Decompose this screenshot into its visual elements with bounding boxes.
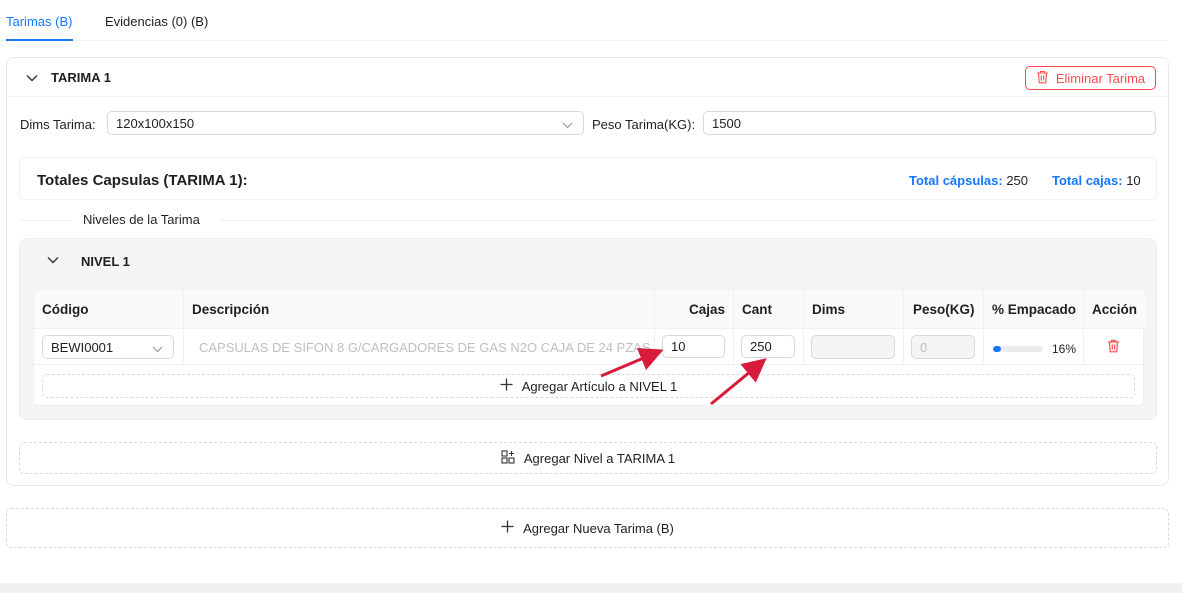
plus-icon <box>501 520 514 536</box>
active-tab-indicator <box>6 39 73 41</box>
total-capsulas: Total cápsulas: 250 <box>909 173 1028 188</box>
tabs-bar: Tarimas (B) Evidencias (0) (B) <box>0 0 1168 41</box>
column-header-accion: Acción <box>1084 290 1145 329</box>
tarima-card-header[interactable]: TARIMA 1 Eliminar Tarima <box>7 58 1168 97</box>
add-tarima-button[interactable]: Agregar Nueva Tarima (B) <box>6 508 1169 548</box>
delete-tarima-button[interactable]: Eliminar Tarima <box>1025 66 1156 90</box>
dims-label: Dims Tarima: <box>20 117 96 132</box>
trash-icon <box>1036 70 1049 87</box>
nivel-panel: NIVEL 1 Código Descripción Cajas Cant Di… <box>19 238 1157 420</box>
column-header-empacado: % Empacado <box>984 290 1084 329</box>
cell-accion <box>1084 329 1145 365</box>
empacado-percent: 16% <box>1052 342 1077 356</box>
cell-dims <box>804 329 904 365</box>
bottom-strip <box>0 583 1182 593</box>
column-header-codigo: Código <box>34 290 184 329</box>
total-capsulas-label: Total cápsulas: <box>909 173 1003 188</box>
add-article-button[interactable]: Agregar Artículo a NIVEL 1 <box>42 374 1135 398</box>
chevron-down-icon[interactable] <box>46 253 60 267</box>
column-header-cajas: Cajas <box>655 290 734 329</box>
descripcion-text: CAPSULAS DE SIFON 8 G/CARGADORES DE GAS … <box>199 340 651 355</box>
cell-cant: 250 <box>734 329 804 365</box>
peso-input[interactable]: 1500 <box>703 111 1156 135</box>
niveles-divider-label: Niveles de la Tarima <box>83 212 200 227</box>
nivel-header[interactable]: NIVEL 1 <box>20 239 1156 278</box>
delete-tarima-label: Eliminar Tarima <box>1055 70 1146 86</box>
tab-tarimas[interactable]: Tarimas (B) <box>6 14 72 29</box>
totals-panel: Totales Capsulas (TARIMA 1): Total cápsu… <box>19 157 1157 200</box>
codigo-value: BEWI0001 <box>51 339 114 355</box>
chevron-down-icon <box>562 118 573 133</box>
cell-peso: 0 <box>904 329 984 365</box>
empacado-progress-fill <box>993 346 1001 352</box>
peso-value: 1500 <box>712 115 741 131</box>
trash-icon[interactable] <box>1107 339 1120 356</box>
column-header-descripcion: Descripción <box>184 290 655 329</box>
column-header-peso: Peso(KG) <box>904 290 984 329</box>
codigo-select[interactable]: BEWI0001 <box>42 335 174 359</box>
cell-descripcion: CAPSULAS DE SIFON 8 G/CARGADORES DE GAS … <box>184 329 655 365</box>
tarima-card: TARIMA 1 Eliminar Tarima Dims Tarima: 12… <box>6 57 1169 486</box>
peso-row-input: 0 <box>911 335 975 359</box>
total-cajas-label: Total cajas: <box>1052 173 1123 188</box>
divider-line-left <box>19 220 71 221</box>
total-cajas: Total cajas: 10 <box>1052 173 1141 188</box>
total-capsulas-value: 250 <box>1006 173 1029 188</box>
cajas-input[interactable]: 10 <box>662 335 725 358</box>
empacado-progress <box>993 346 1043 352</box>
peso-label: Peso Tarima(KG): <box>592 117 696 132</box>
tab-evidencias[interactable]: Evidencias (0) (B) <box>105 14 208 29</box>
dims-select[interactable]: 120x100x150 <box>107 111 584 135</box>
total-cajas-value: 10 <box>1126 173 1141 188</box>
add-tarima-label: Agregar Nueva Tarima (B) <box>523 520 674 536</box>
add-level-button[interactable]: Agregar Nivel a TARIMA 1 <box>19 442 1157 474</box>
tarima-title: TARIMA 1 <box>51 70 111 85</box>
divider-line-right <box>220 220 1157 221</box>
column-header-cant: Cant <box>734 290 804 329</box>
add-article-label: Agregar Artículo a NIVEL 1 <box>521 378 678 394</box>
plus-icon <box>500 378 513 394</box>
articles-table: Código Descripción Cajas Cant Dims Peso(… <box>33 289 1145 406</box>
chevron-down-icon <box>152 342 163 357</box>
layers-add-icon <box>501 449 515 467</box>
add-level-label: Agregar Nivel a TARIMA 1 <box>523 450 676 466</box>
totals-title: Totales Capsulas (TARIMA 1): <box>37 172 248 189</box>
cell-empacado: 16% <box>984 329 1084 365</box>
nivel-title: NIVEL 1 <box>81 254 130 269</box>
cell-cajas: 10 <box>655 329 734 365</box>
cant-input[interactable]: 250 <box>741 335 795 358</box>
peso-row-placeholder: 0 <box>920 339 928 355</box>
dims-value: 120x100x150 <box>116 115 195 131</box>
cajas-value: 10 <box>671 339 686 354</box>
chevron-down-icon[interactable] <box>25 71 39 85</box>
dims-row-input <box>811 335 895 359</box>
cant-value: 250 <box>750 339 772 354</box>
column-header-dims: Dims <box>804 290 904 329</box>
cell-codigo: BEWI0001 <box>34 329 184 365</box>
